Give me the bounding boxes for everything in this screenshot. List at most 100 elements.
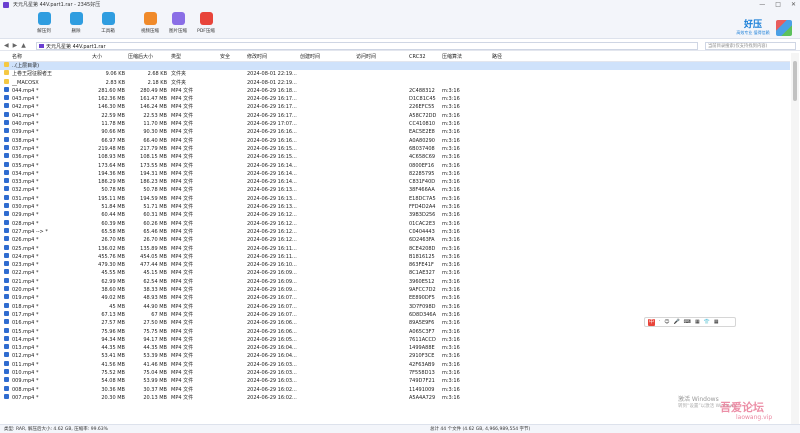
ime-logo[interactable]: 中 <box>648 318 655 326</box>
table-row[interactable]: 021.mp4 * 62.99 MB 62.54 MB MP4 文件 2024-06-2… <box>0 277 790 286</box>
file-size: 62.99 MB <box>101 278 125 285</box>
toolbar-button[interactable]: 删除 <box>62 12 90 34</box>
toolbar-button[interactable]: 解压到 <box>30 12 58 34</box>
col-crc32[interactable]: CRC32 <box>409 53 439 62</box>
table-row[interactable]: 040.mp4 * 11.78 MB 11.70 MB MP4 文件 2024-06-2… <box>0 120 790 128</box>
file-packed-size: 62.54 MB <box>143 278 167 285</box>
file-type: MP4 文件 <box>171 378 194 385</box>
file-type: MP4 文件 <box>171 311 194 318</box>
file-modified: 2024-06-29 16:07... <box>247 303 297 310</box>
table-row[interactable]: 012.mp4 * 53.41 MB 53.39 MB MP4 文件 2024-06-2… <box>0 352 790 360</box>
file-modified: 2024-06-29 16:03... <box>247 369 297 376</box>
col-created[interactable]: 创建时间 <box>300 53 350 62</box>
table-row[interactable]: 034.mp4 * 194.36 MB 194.31 MB MP4 文件 2024-06… <box>0 169 790 178</box>
ime-toolbar[interactable]: 中 ᐧ ☺ 🎤 ⌨ ▦ 👕 ▦ <box>644 317 736 327</box>
ime-item[interactable]: ᐧ <box>659 319 660 325</box>
table-row[interactable]: 027.mp4 --> * 65.58 MB 65.46 MB MP4 文件 2024-… <box>0 227 790 236</box>
path-field[interactable]: 天元凡星第 44V.part1.rar <box>36 42 698 50</box>
table-row[interactable]: 037.mp4 * 219.48 MB 217.79 MB MP4 文件 2024-06… <box>0 144 790 153</box>
file-size: 53.41 MB <box>101 353 125 360</box>
file-size: 45 MB <box>109 303 125 310</box>
table-row[interactable]: 018.mp4 * 45 MB 44.90 MB MP4 文件 2024-06-29 1… <box>0 302 790 311</box>
file-type: MP4 文件 <box>171 320 194 327</box>
brand-name: 好压 <box>743 20 762 30</box>
table-row[interactable]: 041.mp4 * 22.59 MB 22.53 MB MP4 文件 2024-06-2… <box>0 111 790 120</box>
file-modified: 2024-06-29 16:16... <box>247 137 297 144</box>
table-row[interactable]: 上卷王冠征服者王 9.06 KB 2.68 KB 文件夹 2024-08-01 22:1… <box>0 70 790 78</box>
table-row[interactable]: 023.mp4 * 479.30 MB 477.44 MB MP4 文件 2024-06… <box>0 261 790 269</box>
ime-menu-icon[interactable]: ▦ <box>714 319 719 325</box>
file-packed-size: 20.13 MB <box>143 394 167 401</box>
col-size[interactable]: 大小 <box>92 53 125 62</box>
table-row[interactable]: 030.mp4 * 51.84 MB 51.71 MB MP4 文件 2024-06-2… <box>0 203 790 211</box>
table-row[interactable]: 042.mp4 * 146.30 MB 146.24 MB MP4 文件 2024-06… <box>0 103 790 111</box>
file-name: 035.mp4 * <box>12 162 39 169</box>
table-row[interactable]: ..(上层目录) <box>0 62 790 71</box>
table-row[interactable]: 020.mp4 * 38.60 MB 38.33 MB MP4 文件 2024-06-2… <box>0 286 790 294</box>
close-button[interactable]: ✕ <box>791 1 796 8</box>
ime-emoji-icon[interactable]: ☺ <box>664 319 669 325</box>
ime-keyboard-icon[interactable]: ⌨ <box>684 319 691 325</box>
ime-mic-icon[interactable]: 🎤 <box>674 319 680 325</box>
table-row[interactable]: 013.mp4 * 44.35 MB 44.35 MB MP4 文件 2024-06-2… <box>0 344 790 352</box>
table-row[interactable]: 009.mp4 * 54.08 MB 53.99 MB MP4 文件 2024-06-2… <box>0 377 790 385</box>
maximize-button[interactable]: □ <box>775 1 781 8</box>
toolbar-button[interactable]: PDF压缩 <box>192 12 220 34</box>
table-row[interactable]: 033.mp4 * 186.29 MB 186.23 MB MP4 文件 2024-06… <box>0 178 790 186</box>
table-row[interactable]: 022.mp4 * 45.55 MB 45.15 MB MP4 文件 2024-06-2… <box>0 269 790 277</box>
file-name: 039.mp4 * <box>12 129 39 136</box>
table-row[interactable]: 031.mp4 * 195.11 MB 194.59 MB MP4 文件 2024-06… <box>0 194 790 203</box>
table-row[interactable]: 026.mp4 * 26.70 MB 26.70 MB MP4 文件 2024-06-2… <box>0 236 790 244</box>
toolbar-button[interactable]: 视频压缩 <box>136 12 164 34</box>
col-type[interactable]: 类型 <box>171 53 216 62</box>
toolbar-button[interactable]: 工具箱 <box>94 12 122 34</box>
col-algorithm[interactable]: 压缩算法 <box>442 53 482 62</box>
table-row[interactable]: 038.mp4 * 66.97 MB 66.40 MB MP4 文件 2024-06-2… <box>0 136 790 145</box>
back-icon[interactable]: ◀ <box>4 42 9 49</box>
scrollbar[interactable] <box>791 53 799 424</box>
table-row[interactable]: 035.mp4 * 173.64 MB 173.55 MB MP4 文件 2024-06… <box>0 161 790 170</box>
ime-grid-icon[interactable]: ▦ <box>695 319 700 325</box>
table-row[interactable]: 015.mp4 * 75.96 MB 75.75 MB MP4 文件 2024-06-2… <box>0 327 790 336</box>
table-row[interactable]: 010.mp4 * 75.52 MB 75.04 MB MP4 文件 2024-06-2… <box>0 368 790 377</box>
table-row[interactable]: 014.mp4 * 94.34 MB 94.17 MB MP4 文件 2024-06-2… <box>0 335 790 344</box>
table-row[interactable]: 036.mp4 * 108.93 MB 108.15 MB MP4 文件 2024-06… <box>0 153 790 161</box>
col-name[interactable]: 名称 <box>12 53 92 62</box>
file-type: MP4 文件 <box>171 345 194 352</box>
file-packed-size: 22.53 MB <box>143 112 167 119</box>
table-row[interactable]: 019.mp4 * 49.02 MB 48.93 MB MP4 文件 2024-06-2… <box>0 294 790 302</box>
table-row[interactable]: 025.mp4 * 136.02 MB 135.89 MB MP4 文件 2024-06… <box>0 244 790 253</box>
col-security[interactable]: 安全 <box>220 53 240 62</box>
minimize-button[interactable]: — <box>759 1 765 8</box>
file-size: 2.83 KB <box>105 79 125 86</box>
toolbar-button[interactable]: 图片压缩 <box>164 12 192 34</box>
table-row[interactable]: 007.mp4 * 20.30 MB 20.13 MB MP4 文件 2024-06-2… <box>0 393 790 402</box>
toolbar-button-label: 工具箱 <box>101 29 115 34</box>
video-file-icon <box>4 352 9 358</box>
table-row[interactable]: 044.mp4 * 281.60 MB 280.49 MB MP4 文件 2024-06… <box>0 86 790 95</box>
table-row[interactable]: 029.mp4 * 60.44 MB 60.31 MB MP4 文件 2024-06-2… <box>0 211 790 219</box>
col-accessed[interactable]: 访问时间 <box>356 53 406 62</box>
col-modified[interactable]: 修改时间 <box>247 53 297 62</box>
file-modified: 2024-06-29 16:03... <box>247 378 297 385</box>
file-crc32: C831F40D <box>409 179 436 186</box>
table-row[interactable]: 011.mp4 * 41.56 MB 41.46 MB MP4 文件 2024-06-2… <box>0 360 790 369</box>
table-row[interactable]: 043.mp4 * 162.36 MB 161.47 MB MP4 文件 2024-06… <box>0 95 790 103</box>
ime-skin-icon[interactable]: 👕 <box>704 319 710 325</box>
table-row[interactable]: 008.mp4 * 30.36 MB 30.37 MB MP4 文件 2024-06-2… <box>0 385 790 394</box>
table-row[interactable]: 028.mp4 * 60.39 MB 60.26 MB MP4 文件 2024-06-2… <box>0 219 790 228</box>
col-path[interactable]: 路径 <box>492 53 532 62</box>
folder-icon <box>4 70 9 76</box>
forward-icon[interactable]: ▶ <box>13 42 18 49</box>
up-icon[interactable]: ▲ <box>21 42 26 49</box>
file-crc32: A58C72DD <box>409 112 437 119</box>
table-row[interactable]: 032.mp4 * 50.78 MB 50.78 MB MP4 文件 2024-06-2… <box>0 186 790 194</box>
file-size: 22.59 MB <box>101 112 125 119</box>
col-packed-size[interactable]: 压缩后大小 <box>128 53 167 62</box>
scrollbar-thumb[interactable] <box>793 61 797 101</box>
table-row[interactable]: __MACOSX 2.83 KB 2.18 KB 文件夹 2024-08-01 22:1… <box>0 78 790 87</box>
table-row[interactable]: 039.mp4 * 90.66 MB 90.30 MB MP4 文件 2024-06-2… <box>0 128 790 136</box>
file-packed-size: 50.78 MB <box>143 187 167 194</box>
table-row[interactable]: 024.mp4 * 455.76 MB 454.05 MB MP4 文件 2024-06… <box>0 252 790 261</box>
search-input[interactable]: 当前目录搜索(仅支持找到内容) <box>705 42 796 50</box>
